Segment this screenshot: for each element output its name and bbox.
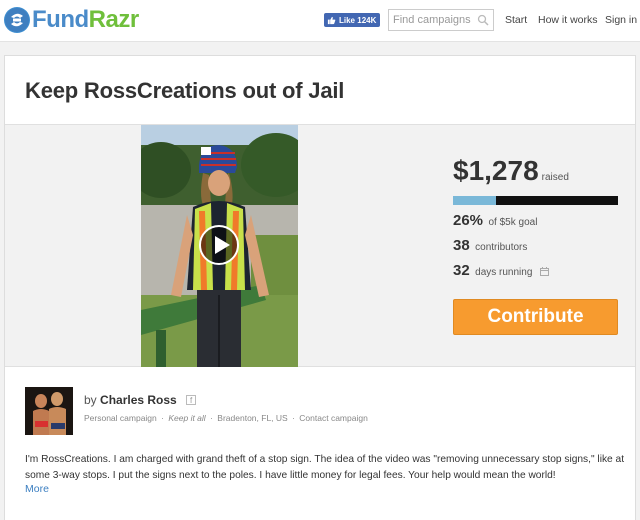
contributors-label: contributors	[475, 242, 528, 253]
by-label: by	[84, 393, 97, 407]
search-icon[interactable]	[477, 14, 489, 26]
logo-text-fund: Fund	[32, 6, 89, 33]
like-label: Like	[339, 15, 356, 25]
campaign-location: Bradenton, FL, US	[217, 413, 288, 423]
amount-raised: $1,278	[453, 155, 539, 186]
nav-how-it-works-link[interactable]: How it works	[538, 14, 598, 26]
progress-bar-fill	[453, 196, 496, 205]
contact-campaign-link[interactable]: Contact campaign	[299, 413, 368, 423]
meta-separator: ·	[292, 413, 295, 423]
meta-separator: ·	[161, 413, 164, 423]
campaign-meta: Personal campaign · Keep it all · Braden…	[84, 413, 368, 423]
facebook-like-button[interactable]: Like 124K	[324, 13, 381, 27]
goal-line: 26% of $5k goal	[453, 212, 623, 230]
owner-avatar[interactable]	[25, 387, 73, 435]
meta-separator: ·	[210, 413, 213, 423]
goal-label: of $5k goal	[488, 217, 538, 228]
thumbs-up-icon	[327, 16, 336, 24]
search-box	[388, 9, 494, 31]
days-count: 32	[453, 262, 470, 279]
days-label: days running	[475, 267, 533, 278]
contributors-count: 38	[453, 237, 470, 254]
avatar-image	[25, 387, 73, 435]
logo-text-razr: Razr	[88, 6, 140, 33]
contribute-button[interactable]: Contribute	[453, 299, 618, 335]
campaign-video[interactable]	[141, 125, 298, 367]
more-link[interactable]: More	[25, 483, 49, 495]
owner-name-link[interactable]: Charles Ross	[100, 393, 177, 407]
contributors-line: 38 contributors	[453, 237, 623, 255]
keep-it-all-tag: Keep it all	[168, 413, 206, 423]
calendar-icon	[539, 267, 549, 276]
funding-stats: $1,278 raised 26% of $5k goal 38 contrib…	[453, 155, 623, 280]
like-count: 124K	[357, 15, 377, 25]
logo-mark-icon	[4, 7, 30, 33]
owner-byline: by Charles Ross f	[84, 393, 197, 407]
percent-funded: 26%	[453, 212, 484, 229]
nav-start-link[interactable]: Start	[505, 14, 527, 26]
days-line: 32 days running	[453, 262, 623, 280]
top-bar: FundRazr Like 124K Start How it works Si…	[0, 0, 640, 42]
campaign-type: Personal campaign	[84, 413, 157, 423]
search-input[interactable]	[389, 10, 475, 30]
campaign-title: Keep RossCreations out of Jail	[25, 78, 345, 103]
raised-label: raised	[541, 172, 569, 183]
progress-bar	[453, 196, 618, 205]
campaign-hero: $1,278 raised 26% of $5k goal 38 contrib…	[5, 124, 635, 367]
campaign-description: I'm RossCreations. I am charged with gra…	[25, 454, 625, 481]
fundrazr-logo[interactable]: FundRazr	[4, 6, 139, 34]
facebook-badge-icon: f	[186, 395, 197, 405]
campaign-card: Keep RossCreations out of Jail $1,278 ra…	[4, 55, 636, 520]
play-icon[interactable]	[199, 225, 239, 265]
nav-sign-in-link[interactable]: Sign in	[605, 14, 637, 26]
